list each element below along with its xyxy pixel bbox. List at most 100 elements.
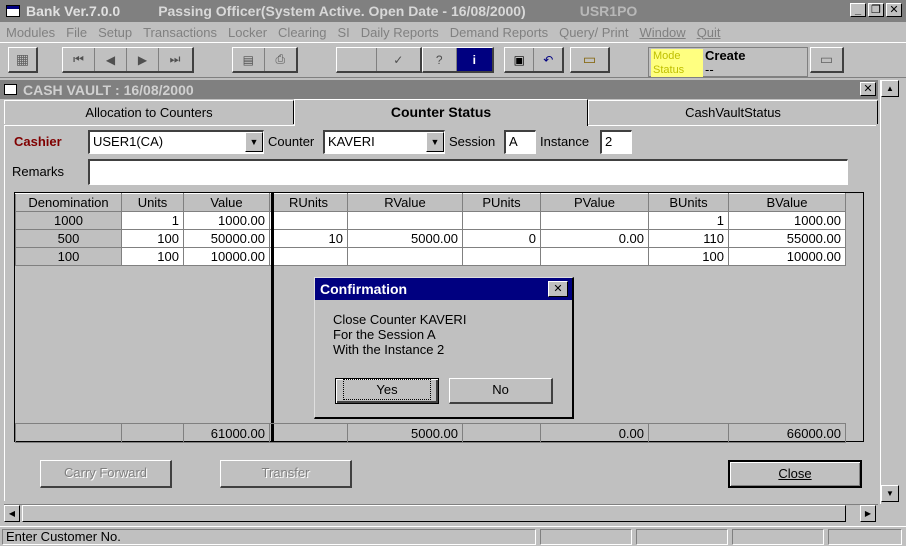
instance-field[interactable]: 2	[600, 130, 632, 154]
calculator-icon[interactable]: ▦	[8, 47, 38, 73]
menu-si[interactable]: SI	[337, 25, 349, 40]
yes-button-label: Yes	[343, 379, 431, 400]
child-close-icon[interactable]: ✕	[860, 82, 876, 96]
cell-runits[interactable]	[269, 247, 348, 266]
save-icon[interactable]: ▣	[505, 48, 535, 71]
last-record-icon[interactable]: ⏭	[159, 48, 191, 71]
scroll-left-icon[interactable]: ◀	[4, 505, 20, 522]
carry-forward-button[interactable]: Carry Forward	[40, 460, 172, 488]
transfer-button[interactable]: Transfer	[220, 460, 352, 488]
minimize-icon[interactable]: _	[850, 3, 866, 17]
tab-cashvault-status[interactable]: CashVaultStatus	[588, 100, 878, 124]
yes-button[interactable]: Yes	[335, 378, 439, 404]
totals-row: 61000.00 5000.00 0.00 66000.00	[15, 423, 846, 443]
menu-window[interactable]: Window	[639, 25, 685, 40]
session-label: Session	[449, 134, 496, 149]
cell-rvalue	[347, 211, 463, 230]
tab-allocation-to-counters[interactable]: Allocation to Counters	[4, 100, 294, 124]
cashier-label: Cashier	[14, 134, 62, 149]
print-icon[interactable]: ⎙	[265, 48, 296, 71]
menu-setup[interactable]: Setup	[98, 25, 132, 40]
cell-value: 10000.00	[183, 247, 270, 266]
cell-pvalue: 0.00	[540, 229, 649, 248]
undo-icon[interactable]: ↶	[534, 48, 562, 71]
menu-demand-reports[interactable]: Demand Reports	[450, 25, 548, 40]
total-units	[121, 423, 184, 443]
header-rvalue: RValue	[347, 193, 463, 212]
menu-transactions[interactable]: Transactions	[143, 25, 217, 40]
dialog-message: Close Counter KAVERI For the Session A W…	[333, 312, 466, 357]
dialog-message-line: For the Session A	[333, 327, 436, 342]
tab-counter-status[interactable]: Counter Status	[294, 99, 588, 126]
no-button[interactable]: No	[449, 378, 553, 404]
role-title: Passing Officer(System Active. Open Date…	[158, 3, 526, 19]
dialog-close-icon[interactable]: ✕	[548, 281, 568, 297]
cell-runits[interactable]	[269, 211, 348, 230]
exit-icon[interactable]: ▭	[810, 47, 844, 73]
chevron-down-icon[interactable]: ▼	[245, 132, 263, 152]
next-record-icon[interactable]: ▶	[127, 48, 159, 71]
remarks-field[interactable]	[88, 159, 848, 185]
cell-units[interactable]: 1	[121, 211, 184, 230]
cell-units[interactable]: 100	[121, 247, 184, 266]
checkmark-icon[interactable]: ✓	[377, 48, 420, 71]
help-group: ? i	[422, 47, 494, 73]
close-icon[interactable]: ✕	[886, 3, 902, 17]
child-window-title: CASH VAULT : 16/08/2000	[23, 81, 194, 98]
header-runits: RUnits	[269, 193, 348, 212]
menu-clearing[interactable]: Clearing	[278, 25, 326, 40]
vertical-scrollbar[interactable]: ▲ ▼	[880, 80, 899, 504]
dialog-title: Confirmation	[320, 281, 408, 297]
total-pvalue: 0.00	[540, 423, 649, 443]
cell-punits[interactable]	[462, 211, 541, 230]
cell-bunits: 1	[648, 211, 729, 230]
record-navigation: ⏮ ◀ ▶ ⏭	[62, 47, 194, 73]
print-preview-icon[interactable]: ▤	[233, 48, 265, 71]
cell-punits[interactable]: 0	[462, 229, 541, 248]
table-row[interactable]: 1000 1 1000.00 1 1000.00	[15, 211, 846, 230]
edit-group: ✓	[336, 47, 422, 73]
menu-query-print[interactable]: Query/ Print	[559, 25, 628, 40]
cell-punits[interactable]	[462, 247, 541, 266]
header-bvalue: BValue	[728, 193, 846, 212]
cashier-value: USER1(CA)	[93, 134, 164, 149]
close-button[interactable]: Close	[728, 460, 862, 488]
first-record-icon[interactable]: ⏮	[63, 48, 95, 71]
status-message: Enter Customer No.	[2, 529, 536, 545]
app-icon	[6, 5, 20, 17]
total-bvalue: 66000.00	[728, 423, 846, 443]
cashier-select[interactable]: USER1(CA) ▼	[88, 130, 264, 154]
session-field[interactable]: A	[504, 130, 536, 154]
menu-quit[interactable]: Quit	[697, 25, 721, 40]
total-punits	[462, 423, 541, 443]
menu-file[interactable]: File	[66, 25, 87, 40]
remarks-label: Remarks	[12, 164, 65, 179]
child-window-title-bar: CASH VAULT : 16/08/2000 ✕	[0, 80, 878, 99]
help-icon[interactable]: ?	[423, 48, 457, 71]
restore-icon[interactable]: ❐	[868, 3, 884, 17]
blank-tool-icon[interactable]	[337, 48, 377, 71]
table-row[interactable]: 100 100 10000.00 100 10000.00	[15, 247, 846, 266]
cell-units[interactable]: 100	[121, 229, 184, 248]
header-value: Value	[183, 193, 270, 212]
menu-locker[interactable]: Locker	[228, 25, 267, 40]
info-icon[interactable]: i	[456, 48, 492, 71]
print-group: ▤ ⎙	[232, 47, 298, 73]
header-punits: PUnits	[462, 193, 541, 212]
cell-runits[interactable]: 10	[269, 229, 348, 248]
horizontal-scrollbar[interactable]: ◀ ▶	[4, 504, 878, 522]
chevron-down-icon[interactable]: ▼	[426, 132, 444, 152]
counter-select[interactable]: KAVERI ▼	[323, 130, 445, 154]
menu-modules[interactable]: Modules	[6, 25, 55, 40]
open-folder-icon[interactable]: ▭	[570, 47, 610, 73]
scroll-right-icon[interactable]: ▶	[860, 505, 876, 522]
scroll-thumb[interactable]	[22, 505, 846, 522]
mode-status-panel: Mode Status Create --	[648, 47, 808, 77]
status-value: --	[705, 62, 714, 77]
scroll-down-icon[interactable]: ▼	[881, 485, 899, 502]
previous-record-icon[interactable]: ◀	[95, 48, 127, 71]
menu-daily-reports[interactable]: Daily Reports	[361, 25, 439, 40]
header-bunits: BUnits	[648, 193, 729, 212]
table-row[interactable]: 500 100 50000.00 10 5000.00 0 0.00 110 5…	[15, 229, 846, 248]
scroll-up-icon[interactable]: ▲	[881, 80, 899, 97]
